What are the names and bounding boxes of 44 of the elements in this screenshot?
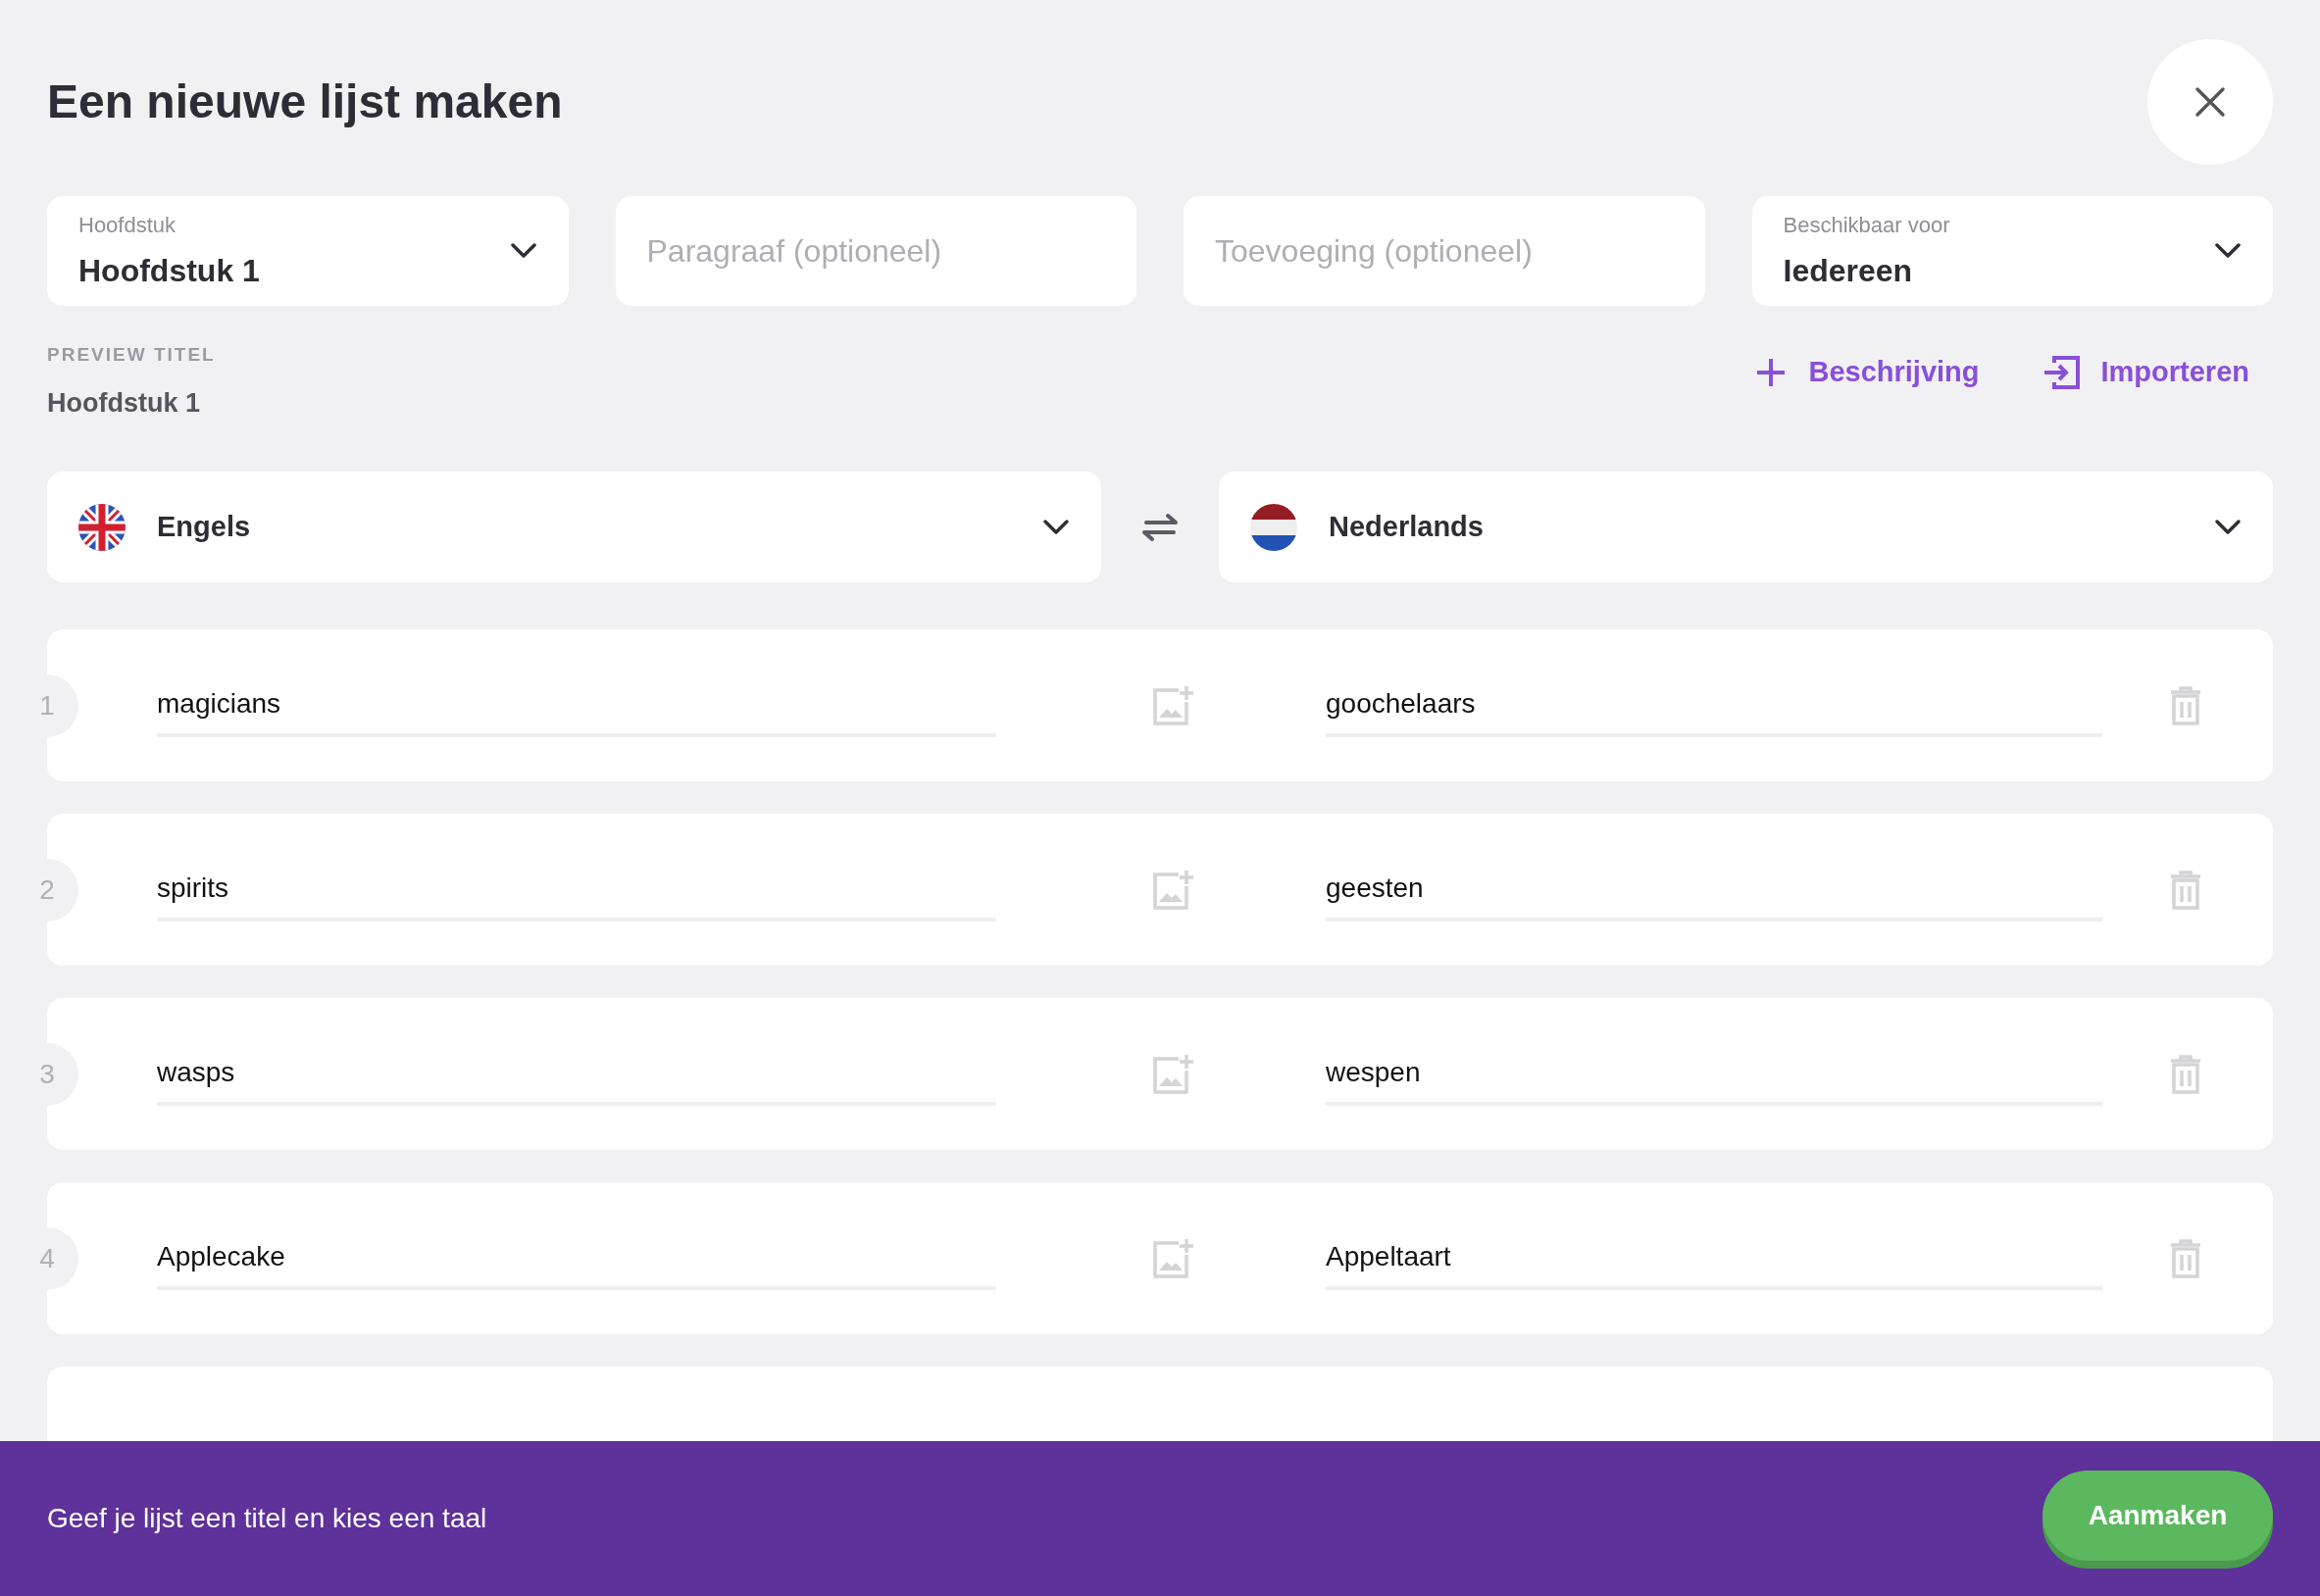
word-field[interactable]: Applecake bbox=[157, 1226, 996, 1290]
field-value: Hoofdstuk 1 bbox=[78, 251, 260, 290]
add-image-icon[interactable] bbox=[1151, 868, 1194, 912]
field-label: Hoofdstuk bbox=[78, 211, 177, 239]
add-description-button[interactable]: Beschrijving bbox=[1755, 351, 1980, 394]
field-label: Beschikbaar voor bbox=[1783, 211, 1950, 239]
add-image-icon[interactable] bbox=[1151, 1236, 1194, 1280]
flag-icon bbox=[1250, 503, 1297, 551]
language-select[interactable]: Engels bbox=[47, 472, 1101, 582]
language-name: Nederlands bbox=[1329, 509, 1485, 544]
plus-icon bbox=[1755, 356, 1788, 388]
trash-icon[interactable] bbox=[2169, 1054, 2202, 1094]
import-icon bbox=[2042, 354, 2080, 390]
swap-icon[interactable] bbox=[1140, 512, 1180, 542]
preview-label: PREVIEW TITEL bbox=[47, 343, 216, 367]
text-field[interactable]: Paragraaf (optioneel) bbox=[615, 196, 1136, 306]
footer-message: Geef je lijst een titel en kies een taal bbox=[47, 1502, 487, 1535]
meaning-field[interactable]: Appeltaart bbox=[1326, 1226, 2102, 1290]
word-field[interactable]: spirits bbox=[157, 858, 996, 922]
word-field[interactable]: magicians bbox=[157, 673, 996, 737]
text-field[interactable]: Toevoeging (optioneel) bbox=[1184, 196, 1705, 306]
dialog-title: Een nieuwe lijst maken bbox=[47, 75, 563, 129]
word-field[interactable]: wasps bbox=[157, 1042, 996, 1106]
meaning-field[interactable]: goochelaars bbox=[1326, 673, 2102, 737]
chevron-down-icon bbox=[2214, 518, 2242, 536]
meaning-field[interactable]: geesten bbox=[1326, 858, 2102, 922]
meaning-field[interactable]: wespen bbox=[1326, 1042, 2102, 1106]
trash-icon[interactable] bbox=[2169, 1238, 2202, 1278]
trash-icon[interactable] bbox=[2169, 870, 2202, 910]
language-name: Engels bbox=[157, 509, 252, 544]
language-select[interactable]: Nederlands bbox=[1219, 472, 2273, 582]
trash-icon[interactable] bbox=[2169, 685, 2202, 725]
select-field[interactable]: Beschikbaar voor Iedereen bbox=[1751, 196, 2273, 306]
import-button[interactable]: Importeren bbox=[2042, 351, 2249, 394]
add-image-icon[interactable] bbox=[1151, 1052, 1194, 1096]
close-icon bbox=[2194, 86, 2226, 118]
add-image-icon[interactable] bbox=[1151, 683, 1194, 727]
chevron-down-icon bbox=[2214, 242, 2242, 260]
flag-icon bbox=[78, 503, 126, 551]
field-value: Iedereen bbox=[1783, 251, 1914, 290]
select-field[interactable]: Hoofdstuk Hoofdstuk 1 bbox=[47, 196, 569, 306]
chevron-down-icon bbox=[1042, 518, 1070, 536]
preview-title: Hoofdstuk 1 bbox=[47, 386, 201, 420]
chevron-down-icon bbox=[509, 242, 537, 260]
